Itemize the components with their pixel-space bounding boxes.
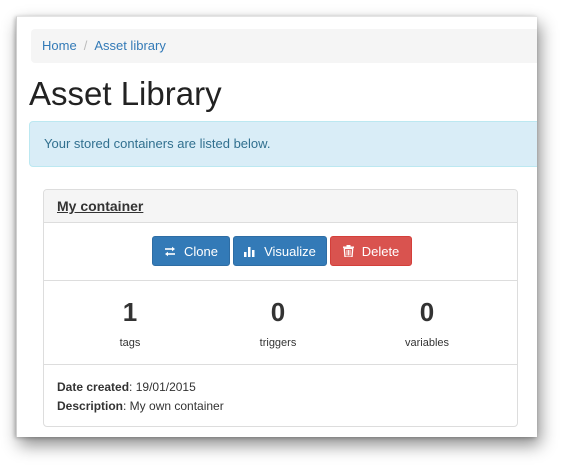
description-label: Description xyxy=(57,399,124,413)
swap-arrows-icon xyxy=(164,246,176,257)
description-row: Description: My own container xyxy=(57,397,517,416)
panel-heading: My container xyxy=(44,190,517,223)
breadcrumb-current-link[interactable]: Asset library xyxy=(94,38,166,53)
container-details: Date created: 19/01/2015 Description: My… xyxy=(44,365,517,416)
bar-chart-icon xyxy=(244,246,256,257)
stat-label: tags xyxy=(119,337,141,349)
stat-label: variables xyxy=(404,337,450,349)
visualize-button-label: Visualize xyxy=(264,243,316,259)
delete-button[interactable]: Delete xyxy=(330,236,412,266)
date-created-value: : 19/01/2015 xyxy=(129,380,196,394)
delete-button-label: Delete xyxy=(361,243,400,259)
container-panel: My container Clone Visualize Delete 1 ta… xyxy=(43,189,518,427)
info-alert: Your stored containers are listed below. xyxy=(29,121,537,167)
date-created-row: Date created: 19/01/2015 xyxy=(57,378,517,397)
container-actions: Clone Visualize Delete xyxy=(44,223,517,281)
date-created-label: Date created xyxy=(57,380,130,394)
breadcrumb: Home / Asset library xyxy=(31,29,537,63)
stat-value: 0 xyxy=(419,297,435,327)
visualize-button[interactable]: Visualize xyxy=(233,236,327,266)
stat-tags: 1 tags xyxy=(60,297,200,349)
stat-value: 0 xyxy=(270,297,286,327)
clone-button-label: Clone xyxy=(184,243,218,259)
container-name-link[interactable]: My container xyxy=(57,198,143,214)
breadcrumb-separator: / xyxy=(83,38,88,53)
breadcrumb-home-link[interactable]: Home xyxy=(42,38,77,53)
stat-label: triggers xyxy=(259,337,297,349)
stat-variables: 0 variables xyxy=(357,297,497,349)
page-title: Asset Library xyxy=(29,75,222,112)
trash-icon xyxy=(342,245,354,257)
description-value: : My own container xyxy=(123,399,224,413)
stat-value: 1 xyxy=(122,297,138,327)
clone-button[interactable]: Clone xyxy=(152,236,230,266)
browser-window: Home / Asset library Asset Library Your st… xyxy=(16,16,537,437)
stat-triggers: 0 triggers xyxy=(208,297,348,349)
container-stats: 1 tags 0 triggers 0 variables xyxy=(44,281,517,365)
